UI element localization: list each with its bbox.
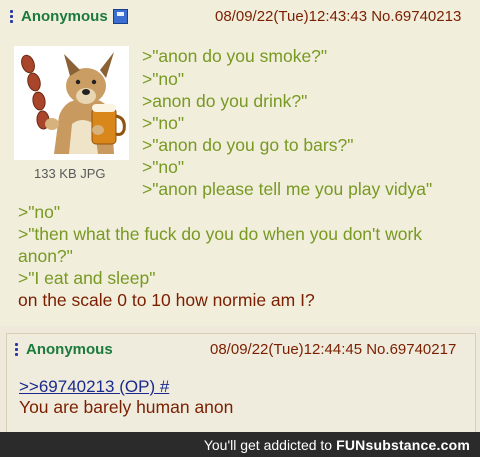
op-post: Anonymous 08/09/22(Tue)12:43:43 No.69740… [0,0,480,326]
floppy-disk-icon [112,9,128,24]
greentext-line: >"anon do you go to bars?" [142,135,354,155]
greentext-line: >"anon do you smoke?" [142,46,328,66]
greentext-line: >"anon please tell me you play vidya" [142,179,433,199]
greentext-line: anon?" [18,246,73,266]
op-post-meta: 08/09/22(Tue)12:43:43 No.69740213 [215,8,462,25]
reply-header: Anonymous [15,341,113,358]
footer-brand-logo: FUNsubstance.com [336,436,470,453]
greentext-line: >"I eat and sleep" [18,268,156,288]
greentext-line: >"no" [18,202,61,222]
op-poster-name: Anonymous [21,8,108,25]
reply-post: Anonymous 08/09/22(Tue)12:44:45 No.69740… [6,333,476,435]
post-menu-icon[interactable] [10,10,13,23]
dog-with-beer-image [21,52,126,154]
greentext-line: >"no" [142,157,185,177]
reply-text: You are barely human anon [19,397,234,417]
greentext-line: >"no" [142,113,185,133]
op-thumbnail-image[interactable] [14,46,129,160]
op-question-text: on the scale 0 to 10 how normie am I? [18,290,315,310]
greentext-line: >"no" [142,69,185,89]
reply-post-meta: 08/09/22(Tue)12:44:45 No.69740217 [210,341,457,358]
greentext-line: >"then what the fuck do you do when you … [18,224,423,244]
greentext-line: >anon do you drink?" [142,91,308,111]
quote-link-op[interactable]: >>69740213 (OP) # [19,377,169,397]
post-menu-icon[interactable] [15,343,18,356]
op-file-info: 133 KB JPG [34,166,106,181]
reply-poster-name: Anonymous [26,341,113,358]
op-header: Anonymous [10,8,128,25]
watermark-footer: You'll get addicted to FUNsubstance.com [0,432,480,457]
footer-tagline: You'll get addicted to [203,436,333,453]
